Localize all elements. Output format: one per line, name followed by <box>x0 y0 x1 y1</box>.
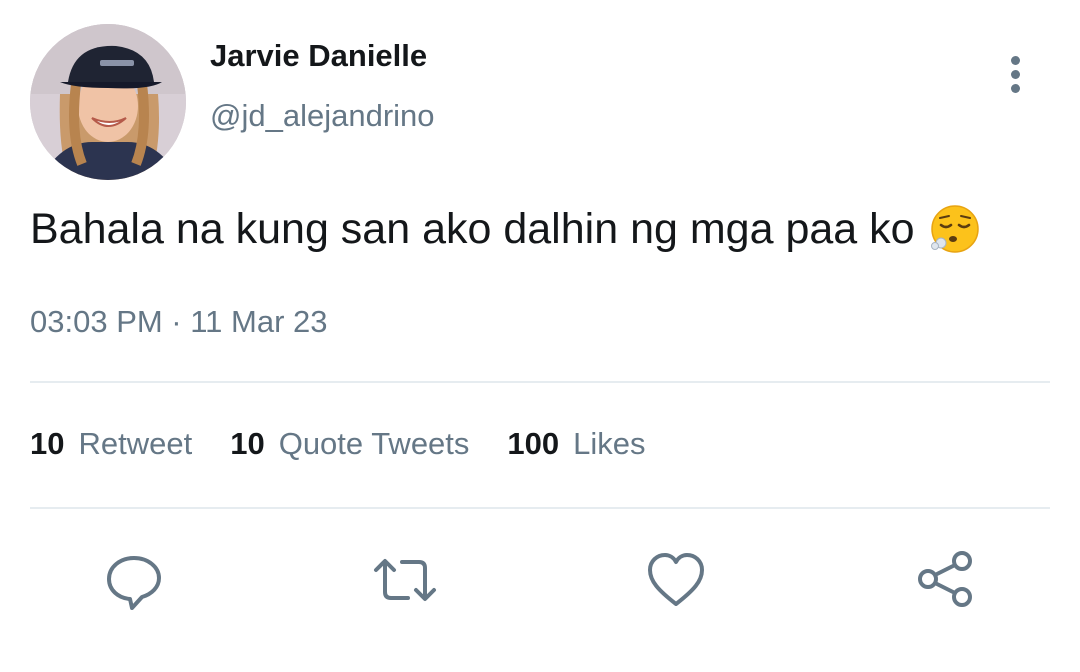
like-button[interactable] <box>646 548 706 612</box>
stat-label: Retweet <box>78 426 193 461</box>
divider <box>30 507 1050 509</box>
display-name[interactable]: Jarvie Danielle <box>210 38 427 74</box>
stat-count: 10 <box>30 426 65 461</box>
stat-label: Quote Tweets <box>278 426 470 461</box>
face-exhaling-emoji-icon <box>929 203 981 255</box>
avatar[interactable] <box>30 24 186 180</box>
reply-icon <box>107 556 161 610</box>
stat-label: Likes <box>573 426 646 461</box>
reply-button[interactable] <box>104 548 164 612</box>
retweet-icon <box>374 559 436 601</box>
dot-icon <box>1011 84 1020 93</box>
divider <box>30 381 1050 383</box>
user-handle[interactable]: @jd_alejandrino <box>210 98 435 134</box>
like-icon <box>648 553 704 606</box>
tweet-stats: 10 Retweet 10 Quote Tweets 100 Likes <box>30 426 684 462</box>
tweet-text: Bahala na kung san ako dalhin ng mga paa… <box>30 203 981 255</box>
stat-count: 10 <box>230 426 265 461</box>
dot-icon <box>1011 70 1020 79</box>
more-options-button[interactable] <box>996 52 1038 98</box>
quote-tweets-stat[interactable]: 10 Quote Tweets <box>230 426 469 462</box>
dot-icon <box>1011 56 1020 65</box>
stat-count: 100 <box>507 426 560 461</box>
retweets-stat[interactable]: 10 Retweet <box>30 426 192 462</box>
retweet-button[interactable] <box>372 548 436 612</box>
share-icon <box>918 551 972 607</box>
likes-stat[interactable]: 100 Likes <box>507 426 645 462</box>
tweet-timestamp[interactable]: 03:03 PM · 11 Mar 23 <box>30 304 328 340</box>
tweet-body: Bahala na kung san ako dalhin ng mga paa… <box>30 204 915 253</box>
share-button[interactable] <box>914 548 974 612</box>
avatar-photo <box>30 24 186 180</box>
